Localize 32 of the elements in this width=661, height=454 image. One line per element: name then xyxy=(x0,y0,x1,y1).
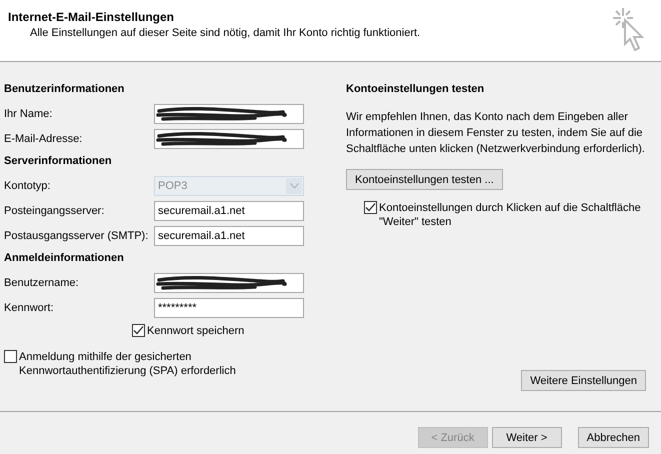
section-heading: Anmeldeinformationen xyxy=(4,251,125,266)
checkbox-label: Anmeldung mithilfe der gesicherten Kennwortauthentifizierung (SPA) erforderlich xyxy=(19,350,237,378)
input-field[interactable]: securemail.a1.net xyxy=(154,226,304,246)
field-label: Kontotyp: xyxy=(4,180,50,192)
page-title: Internet-E-Mail-Einstellungen xyxy=(8,10,176,24)
checkbox[interactable] xyxy=(132,324,145,337)
test-settings-button[interactable]: Kontoeinstellungen testen ... xyxy=(346,169,503,190)
field-label: Kennwort: xyxy=(4,302,54,314)
checkbox[interactable] xyxy=(4,350,17,363)
section-heading: Kontoeinstellungen testen xyxy=(346,82,486,97)
field-label: Ihr Name: xyxy=(4,108,52,120)
field-label: Posteingangsserver: xyxy=(4,204,104,216)
wizard-button[interactable]: Weiter > xyxy=(492,427,562,448)
section-heading: Serverinformationen xyxy=(4,154,113,169)
input-field[interactable] xyxy=(154,104,304,124)
checkbox[interactable] xyxy=(364,201,377,214)
chevron-down-icon xyxy=(290,182,298,188)
page-subtitle: Alle Einstellungen auf dieser Seite sind nötig, damit Ihr Konto richtig funktioniert. xyxy=(29,27,420,39)
input-field[interactable] xyxy=(154,128,304,148)
input-field[interactable]: ********* xyxy=(154,298,304,318)
checkbox-label: Kontoeinstellungen durch Klicken auf die Schaltfläche "Weiter" testen xyxy=(379,201,642,229)
test-description: Wir empfehlen Ihnen, das Konto nach dem Eingeben aller Informationen in diesem Fenster zu testen, indem Sie auf die Schaltfläche unten klicken (Netzwerkverbindung erforderlich). xyxy=(346,110,646,157)
field-label: Postausgangsserver (SMTP): xyxy=(4,230,148,242)
sparkle-cursor-icon xyxy=(611,6,645,52)
field-label: E-Mail-Adresse: xyxy=(4,132,82,144)
field-label: Benutzername: xyxy=(4,276,79,288)
checkbox-label: Kennwort speichern xyxy=(147,324,244,338)
input-field[interactable]: securemail.a1.net xyxy=(154,200,304,220)
section-heading: Benutzerinformationen xyxy=(4,82,126,97)
more-settings-button[interactable]: Weitere Einstellungen xyxy=(521,370,646,391)
wizard-button[interactable]: Abbrechen xyxy=(578,427,649,448)
input-field[interactable] xyxy=(154,272,304,292)
